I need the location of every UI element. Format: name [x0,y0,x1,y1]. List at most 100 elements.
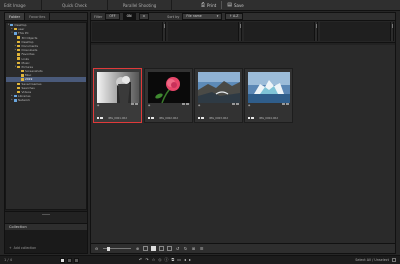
tab-favorites[interactable]: Favorites [25,13,51,20]
filter-off-button[interactable]: OFF [105,13,120,20]
edit-tools: ↶ ↷ ☆ ◇ ⓘ ⧉ ▭ ◂ ▸ [139,257,191,263]
left-panel-tabs: Folder Favorites [5,13,87,21]
tab-edit-image[interactable]: Edit Image [0,0,42,11]
tree-item[interactable]: ▸ Network [6,98,86,102]
select-all-label[interactable]: Select All / Unselect [355,258,389,262]
folder-tree: ▾ Desktop ▸ user ▾ This PC 3D Objects Desktop ▸ D… [5,22,87,210]
scrollbar[interactable] [238,22,241,41]
info-icon[interactable]: ⓘ [164,257,168,263]
folder-icon [17,44,20,48]
photo-thumbnail-iceberg [248,72,290,103]
view-toolbar: ⊖ ⊕ ↺ ↻ ⊞ ☰ [91,243,395,253]
layout-list-button[interactable] [67,257,72,263]
add-collection-label: Add collection [13,246,37,250]
folder-icon [17,40,20,44]
folder-icon [20,78,24,81]
folder-icon [13,32,17,35]
thumbnail-cell[interactable]: ◉ IMG_0004.CR2 [244,68,293,123]
filter-panel-4[interactable] [320,22,394,41]
collection-header: Collection [5,223,87,230]
tree-item-label: Network [18,98,31,103]
filter-settings-icon[interactable]: ≡ [138,13,150,20]
left-panel: Folder Favorites ▾ Desktop ▸ user ▾ This PC 3D… [4,12,88,254]
tab-folder[interactable]: Folder [5,13,26,20]
scrollbar[interactable] [390,22,393,41]
photo-thumbnail-rose [148,72,190,103]
thumbnail-size-slider[interactable] [103,246,131,251]
filter-panels [91,21,395,43]
view-details-button[interactable] [159,246,164,251]
filter-on-button[interactable]: ON [122,13,136,20]
save-icon: ▤ [227,2,232,8]
arrow-right-icon[interactable]: ▸ [189,257,191,263]
grid-icon[interactable]: ⊞ [191,246,196,252]
print-button[interactable]: ⎙ Print [196,0,221,11]
folder-icon [17,49,20,52]
sort-value: File name [186,14,202,18]
layout-grid-button[interactable] [60,257,65,263]
folder-icon [13,99,17,102]
folder-icon [17,86,20,90]
thumbnail-cell[interactable]: ◉ IMG_0002.CR2 [144,68,193,123]
filter-panel-3[interactable] [244,22,318,41]
photo-thumbnail-flowers [96,71,139,103]
drag-handle-icon [42,214,50,215]
save-label: Save [233,2,244,8]
thumbnail-meta [231,103,239,107]
folder-icon [17,61,20,64]
arrow-left-icon[interactable]: ◂ [184,257,186,263]
tag-icon[interactable]: ◇ [158,257,161,263]
view-small-thumbs-button[interactable] [143,246,148,251]
scrollbar[interactable] [162,22,165,41]
panel-splitter[interactable] [5,211,87,223]
filter-label: Filter [94,14,103,19]
tab-quick-check[interactable]: Quick Check [42,0,108,11]
sort-label: Sort by [167,14,180,19]
thumbnail-cell[interactable]: ◉ IMG_0001.CR2 [93,68,142,123]
rating-icon[interactable]: ◉ [148,104,150,107]
folder-icon [17,36,20,39]
rating-icon[interactable]: ◉ [248,104,250,107]
filter-panel-2[interactable] [168,22,242,41]
thumbnail-meta [130,103,138,107]
zoom-in-icon[interactable]: ⊕ [135,246,140,252]
tab-parallel-shooting[interactable]: Parallel Shooting [108,0,172,11]
rating-icon[interactable]: ◉ [97,104,99,107]
copy-icon[interactable]: ⧉ [171,257,174,263]
rotate-left-icon[interactable]: ↺ [175,246,180,252]
rating-icon[interactable]: ◉ [198,104,200,107]
undo-icon[interactable]: ↶ [139,257,142,263]
zoom-out-icon[interactable]: ⊖ [94,246,99,252]
star-icon[interactable]: ☆ [152,257,156,263]
layout-single-button[interactable] [74,257,79,263]
view-preview-button[interactable] [167,246,172,251]
layout-switcher [60,257,79,263]
thumbnail-filename: IMG_0001.CR2 [108,117,127,120]
redo-icon[interactable]: ↷ [145,257,148,263]
thumbnail-cell[interactable]: ◉ IMG_0003.CR2 [194,68,243,123]
list-icon[interactable]: ☰ [199,246,204,252]
sort-order-toggle[interactable]: ↑ A-Z [225,13,243,20]
view-large-thumbs-button[interactable] [151,246,156,251]
folder-icon [13,28,17,31]
save-button[interactable]: ▤ Save [222,0,249,11]
folder-icon [17,90,20,94]
rotate-right-icon[interactable]: ↻ [183,246,188,252]
main-area: Filter OFF ON ≡ Sort by File name ▾ ↑ A-Z [90,12,396,254]
filter-panel-1[interactable] [92,22,166,41]
thumbnail-meta [181,103,189,107]
slider-knob[interactable] [107,246,110,251]
top-toolbar: Edit Image Quick Check Parallel Shooting… [0,0,400,11]
add-collection-button[interactable]: + Add collection [9,246,36,250]
folder-icon [17,82,20,85]
collection-list: + Add collection [5,230,87,253]
folder-icon [17,65,20,69]
scrollbar[interactable] [314,22,317,41]
sort-select[interactable]: File name ▾ [182,13,223,20]
thumbnail-grid: ◉ IMG_0001.CR2 ◉ IMG_0002.CR2 ◉ IMG_0003… [91,45,395,243]
select-controls: Select All / Unselect [355,258,400,262]
folder-icon [10,23,13,27]
select-checkbox[interactable] [392,258,396,262]
trash-icon[interactable]: ▭ [177,257,181,263]
thumbnail-meta [281,103,289,107]
